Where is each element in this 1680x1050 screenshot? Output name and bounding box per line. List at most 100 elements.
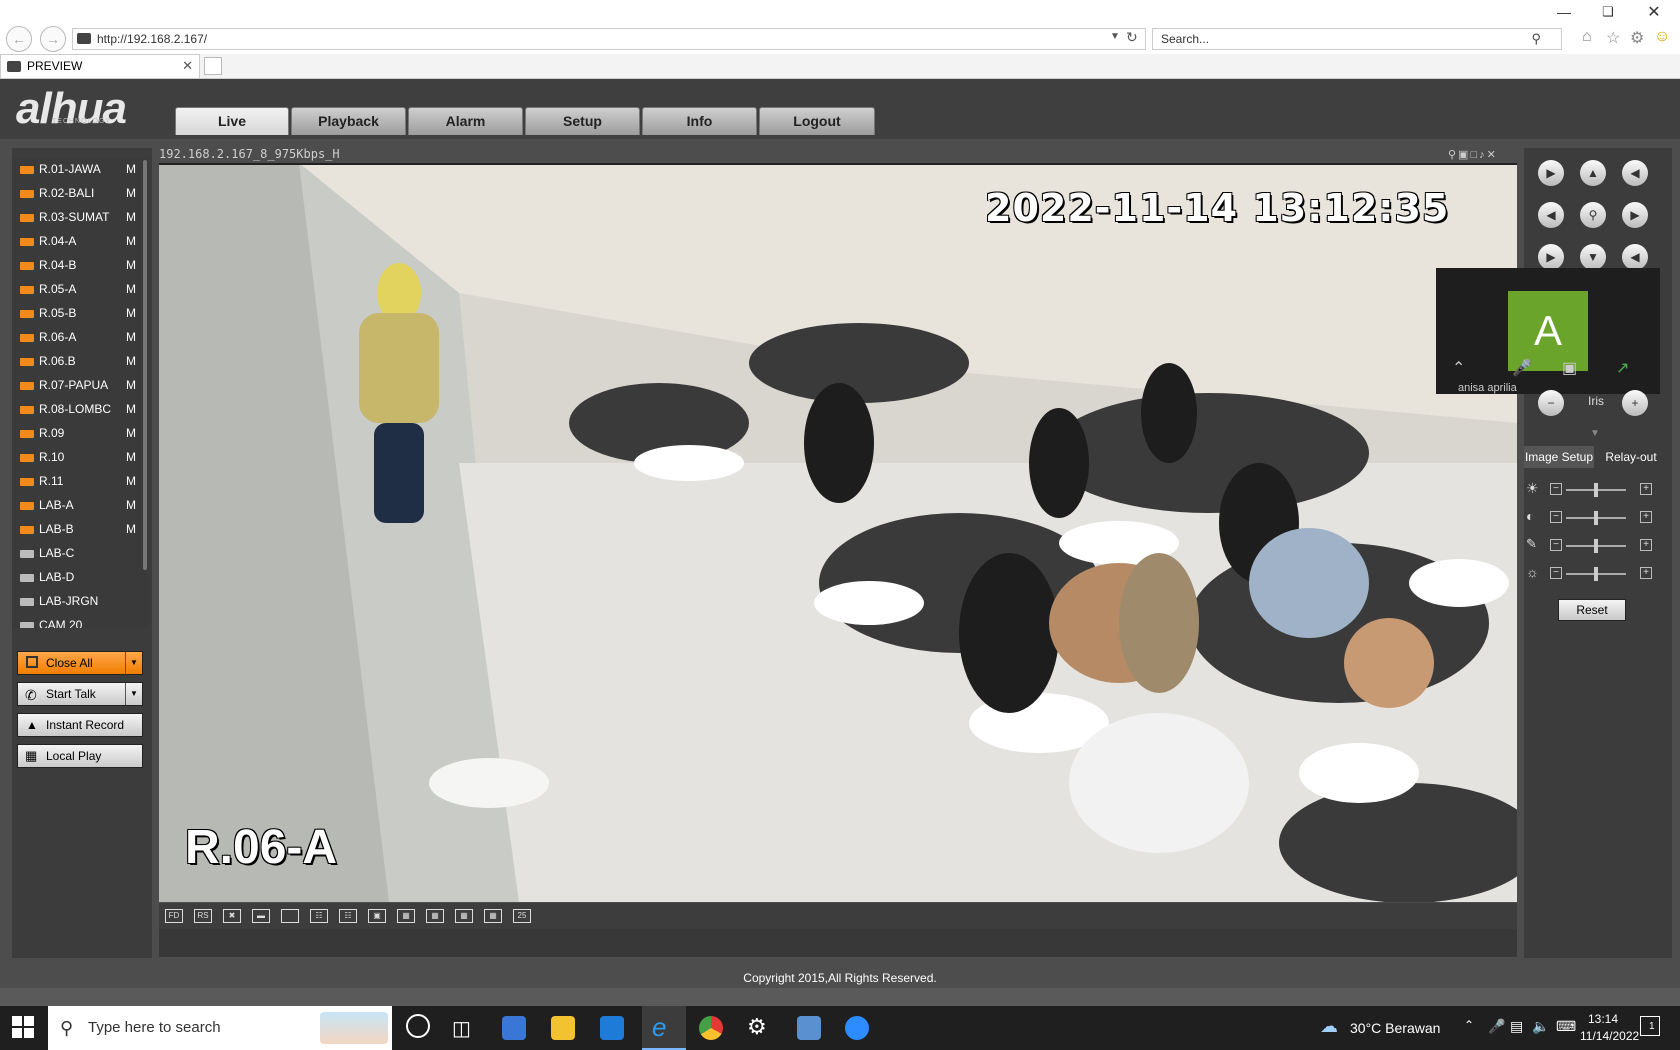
language-icon[interactable]: ⌨ <box>1556 1018 1576 1035</box>
smiley-icon[interactable]: ☺ <box>1654 28 1670 46</box>
tab-logout[interactable]: Logout <box>759 107 875 135</box>
mute-mic-icon[interactable]: 🎤 <box>1512 358 1532 378</box>
network-icon[interactable]: ▤ <box>1510 1018 1523 1035</box>
layout-8-icon[interactable]: ▣ <box>368 909 386 923</box>
local-play-button[interactable]: ▦ Local Play <box>17 744 143 768</box>
hue-slider[interactable] <box>1566 567 1626 581</box>
refresh-icon[interactable]: ↻ <box>1126 29 1138 46</box>
settings-icon[interactable]: ⚙ <box>747 1014 767 1040</box>
mail-icon[interactable] <box>600 1016 624 1040</box>
start-talk-button[interactable]: ✆ Start Talk ▼ <box>17 682 143 706</box>
saturation-minus-button[interactable]: − <box>1550 539 1562 551</box>
camera-list-item[interactable]: LAB-D <box>20 566 148 588</box>
restore-icon[interactable]: ❏ <box>1596 4 1620 24</box>
back-icon[interactable]: ← <box>6 26 32 52</box>
iris-plus-icon[interactable]: + <box>1622 390 1648 416</box>
share-screen-icon[interactable]: ↗ <box>1616 358 1629 378</box>
ptz-left-icon[interactable]: ◀ <box>1538 202 1564 228</box>
camera-list-item[interactable]: R.08-LOMBC M <box>20 398 148 420</box>
cortana-icon[interactable] <box>406 1014 430 1038</box>
layout-20-icon[interactable]: ▦ <box>484 909 502 923</box>
dropdown-icon[interactable]: ▼ <box>1110 31 1120 42</box>
address-input[interactable]: http://192.168.2.167/ <box>72 28 1146 50</box>
browser-search-input[interactable]: Search... ⚲ <box>1152 28 1562 50</box>
brightness-minus-button[interactable]: − <box>1550 483 1562 495</box>
instant-record-button[interactable]: ▲ Instant Record <box>17 713 143 737</box>
close-window-icon[interactable]: ✕ <box>1642 2 1666 22</box>
camera-list-item[interactable]: R.06-A M <box>20 326 148 348</box>
ptz-up-left-icon[interactable]: ▶ <box>1538 160 1564 186</box>
camera-list-item[interactable]: R.09 M <box>20 422 148 444</box>
chevron-down-icon[interactable]: ▼ <box>125 683 142 705</box>
video-feed[interactable] <box>159 163 1517 902</box>
contrast-plus-button[interactable]: + <box>1640 511 1652 523</box>
home-icon[interactable]: ⌂ <box>1582 28 1592 46</box>
weather-text[interactable]: 30°C Berawan <box>1350 1020 1440 1036</box>
camera-list-item[interactable]: LAB-C <box>20 542 148 564</box>
ptz-right-icon[interactable]: ▶ <box>1622 202 1648 228</box>
remote-desktop-icon[interactable] <box>797 1016 821 1040</box>
layout-9-icon[interactable]: ▦ <box>397 909 415 923</box>
ptz-up-right-icon[interactable]: ◀ <box>1622 160 1648 186</box>
hue-plus-button[interactable]: + <box>1640 567 1652 579</box>
tab-alarm[interactable]: Alarm <box>408 107 523 135</box>
close-all-button[interactable]: Close All ▼ <box>17 651 143 675</box>
chrome-icon[interactable] <box>699 1016 723 1040</box>
file-explorer-icon[interactable] <box>551 1016 575 1040</box>
camera-list-item[interactable]: R.05-A M <box>20 278 148 300</box>
camera-list-item[interactable]: R.03-SUMAT M <box>20 206 148 228</box>
zoom-app-icon[interactable] <box>845 1016 869 1040</box>
brightness-slider[interactable] <box>1566 483 1626 497</box>
camera-list-item[interactable]: R.10 M <box>20 446 148 468</box>
collapse-arrow-icon[interactable]: ▼ <box>1590 428 1600 439</box>
chevron-up-icon[interactable]: ⌃ <box>1452 358 1465 378</box>
tab-playback[interactable]: Playback <box>291 107 406 135</box>
windows-start-icon[interactable] <box>12 1016 34 1038</box>
saturation-slider[interactable] <box>1566 539 1626 553</box>
browser-tab[interactable]: PREVIEW ✕ <box>0 54 200 78</box>
volume-icon[interactable]: 🔈 <box>1532 1018 1549 1035</box>
layout-4-icon[interactable]: ☷ <box>310 909 328 923</box>
ptz-down-right-icon[interactable]: ◀ <box>1622 244 1648 270</box>
ptz-down-left-icon[interactable]: ▶ <box>1538 244 1564 270</box>
contrast-slider[interactable] <box>1566 511 1626 525</box>
task-view-icon[interactable]: ◫ <box>452 1016 471 1041</box>
ratio-icon[interactable]: RS <box>194 909 212 923</box>
camera-list-item[interactable]: R.05-B M <box>20 302 148 324</box>
layout-1x-wide-icon[interactable]: ▬ <box>252 909 270 923</box>
camera-list-item[interactable]: CAM 20 <box>20 614 148 628</box>
tab-setup[interactable]: Setup <box>525 107 640 135</box>
chevron-up-icon[interactable]: ⌃ <box>1464 1018 1474 1032</box>
brightness-plus-button[interactable]: + <box>1640 483 1652 495</box>
ptz-up-icon[interactable]: ▲ <box>1580 160 1606 186</box>
taskbar-ie-active[interactable]: e <box>642 1006 686 1050</box>
ptz-center-icon[interactable]: ⚲ <box>1580 202 1606 228</box>
tab-image-setup[interactable]: Image Setup <box>1524 446 1594 468</box>
camera-list[interactable]: R.01-JAWA M R.02-BALI M R.03-SUMAT M R.04-A M R.… <box>12 158 148 628</box>
minimize-icon[interactable]: — <box>1552 4 1576 24</box>
new-tab-button[interactable] <box>204 57 222 75</box>
camera-list-item[interactable]: R.04-B M <box>20 254 148 276</box>
layout-25-icon[interactable]: 25 <box>513 909 531 923</box>
settings-gear-icon[interactable]: ⚙ <box>1630 28 1644 48</box>
store-icon[interactable] <box>502 1016 526 1040</box>
ptz-down-icon[interactable]: ▼ <box>1580 244 1606 270</box>
expand-icon[interactable]: ✖ <box>223 909 241 923</box>
iris-minus-icon[interactable]: − <box>1538 390 1564 416</box>
camera-list-scrollbar[interactable] <box>143 160 147 570</box>
camera-list-item[interactable]: LAB-B M <box>20 518 148 540</box>
close-tab-icon[interactable]: ✕ <box>182 55 193 77</box>
reset-button[interactable]: Reset <box>1558 599 1626 621</box>
microphone-icon[interactable]: 🎤 <box>1488 1018 1505 1035</box>
video-off-icon[interactable]: ▣ <box>1562 358 1577 378</box>
forward-icon[interactable]: → <box>40 26 66 52</box>
tab-info[interactable]: Info <box>642 107 757 135</box>
video-window-controls[interactable]: ⚲▣□♪✕ <box>1448 148 1498 161</box>
chevron-down-icon[interactable]: ▼ <box>125 652 142 674</box>
layout-1-icon[interactable] <box>281 909 299 923</box>
fullscreen-icon[interactable]: FD <box>165 909 183 923</box>
camera-list-item[interactable]: R.04-A M <box>20 230 148 252</box>
camera-list-item[interactable]: R.01-JAWA M <box>20 158 148 180</box>
favorites-icon[interactable]: ☆ <box>1606 28 1620 48</box>
notification-icon[interactable]: 1 <box>1640 1016 1660 1036</box>
